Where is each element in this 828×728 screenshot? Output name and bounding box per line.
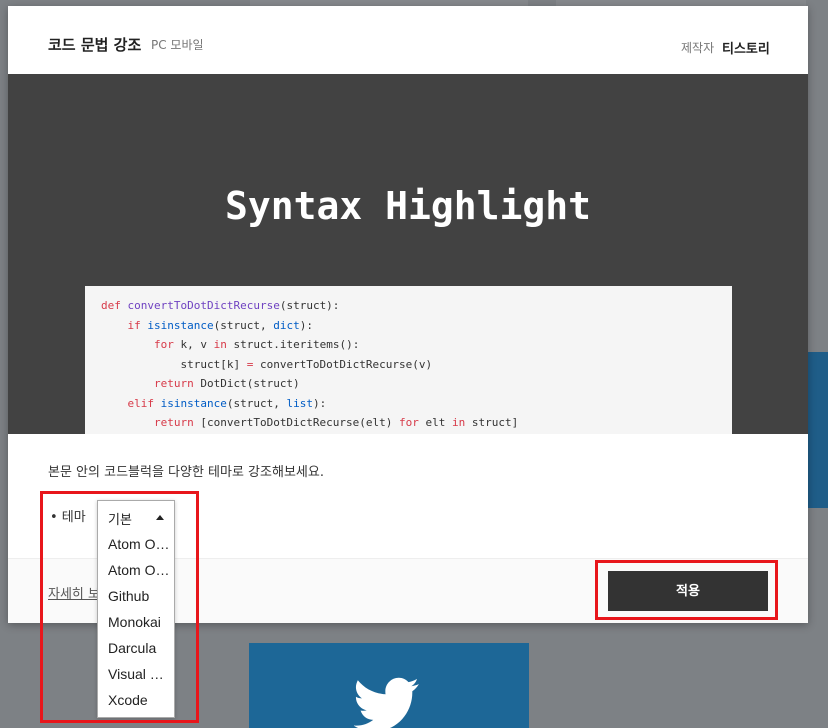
code-line: def convertToDotDictRecurse(struct): — [101, 296, 716, 316]
code-token: convertToDotDictRecurse(v) — [259, 357, 433, 371]
maker-label: 제작자 — [681, 41, 715, 55]
code-token: in — [452, 416, 472, 429]
code-token: isinstance — [160, 396, 227, 410]
code-token: = — [246, 357, 260, 371]
code-token: return — [153, 416, 201, 429]
plugin-description: 본문 안의 코드블럭을 다양한 테마로 강조해보세요. — [48, 465, 324, 480]
code-line: elif isinstance(struct, list): — [101, 394, 716, 414]
code-token: struct] — [471, 416, 519, 429]
modal-header: 코드 문법 강조 PC 모바일 제작자 티스토리 — [8, 6, 808, 74]
code-token: struct[k] — [101, 357, 247, 371]
code-token: elt — [425, 416, 453, 429]
code-token: ): — [299, 318, 313, 332]
maker-name: 티스토리 — [722, 42, 770, 57]
annotation-box-theme — [40, 491, 199, 723]
twitter-banner — [249, 643, 529, 728]
code-token: (struct): — [279, 299, 340, 312]
code-token: k, v — [180, 338, 214, 351]
code-sample: def convertToDotDictRecurse(struct): if … — [85, 286, 732, 434]
preview-banner: Syntax Highlight def convertToDotDictRec… — [8, 74, 808, 434]
code-token: (struct, — [226, 396, 287, 410]
code-token: dict — [273, 318, 300, 332]
code-token: (struct, — [213, 318, 274, 332]
code-token: for — [399, 416, 426, 429]
code-token: struct.iteritems(): — [233, 338, 360, 351]
twitter-bird-icon — [354, 677, 419, 728]
code-token: isinstance — [147, 318, 214, 332]
code-line: struct[k] = convertToDotDictRecurse(v) — [101, 355, 716, 375]
code-line: return DotDict(struct) — [101, 374, 716, 394]
code-token: ): — [312, 396, 327, 410]
code-token: def — [101, 299, 128, 312]
code-token: elif — [127, 396, 161, 410]
code-token: list — [286, 396, 313, 410]
code-token: in — [213, 338, 234, 351]
code-token: [convertToDotDictRecurse(elt) — [200, 416, 400, 429]
plugin-title: 코드 문법 강조 — [48, 36, 142, 54]
code-token: convertToDotDictRecurse — [127, 299, 280, 312]
annotation-box-apply — [595, 560, 778, 620]
code-line: if isinstance(struct, dict): — [101, 316, 716, 336]
background-banner — [808, 352, 828, 508]
code-line: return [convertToDotDictRecurse(elt) for… — [101, 413, 716, 433]
code-token: for — [153, 338, 181, 351]
code-token: DotDict(struct) — [200, 377, 300, 390]
code-line: for k, v in struct.iteritems(): — [101, 335, 716, 355]
platform-label: PC 모바일 — [151, 38, 204, 52]
code-token: if — [127, 318, 148, 332]
code-token: return — [153, 377, 201, 390]
preview-title: Syntax Highlight — [224, 184, 592, 228]
